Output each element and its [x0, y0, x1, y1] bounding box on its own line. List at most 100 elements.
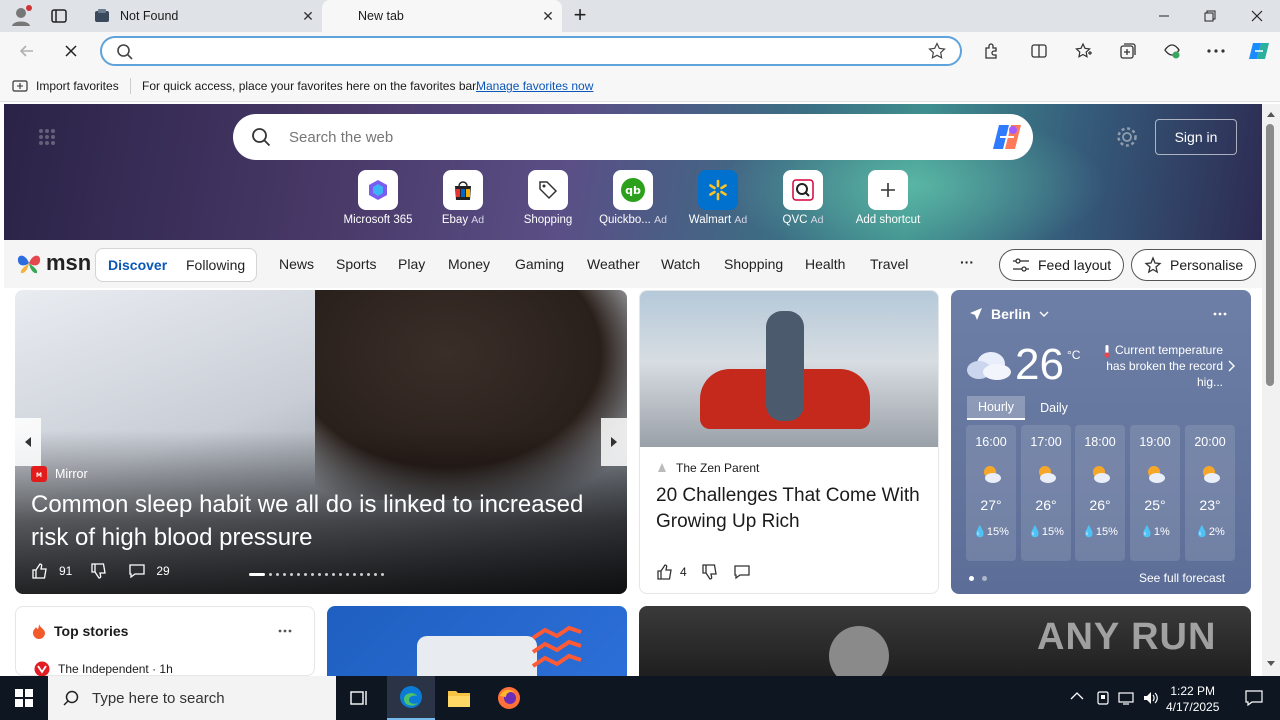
clock-date: 4/17/2025: [1166, 700, 1220, 714]
close-icon[interactable]: ✕: [534, 8, 562, 25]
comment-icon[interactable]: [733, 563, 751, 581]
story-source[interactable]: The Zen Parent: [656, 461, 759, 475]
dislike-icon[interactable]: [701, 563, 719, 581]
browser-essentials-icon[interactable]: [1161, 40, 1183, 62]
address-bar[interactable]: [100, 36, 962, 66]
nav-travel[interactable]: Travel: [870, 256, 908, 272]
task-view-icon[interactable]: [336, 676, 384, 720]
web-search-box[interactable]: Search the web: [233, 114, 1033, 160]
tab-following[interactable]: Following: [186, 257, 245, 273]
device-icon[interactable]: [1095, 690, 1111, 706]
tab-actions-icon[interactable]: [50, 8, 68, 24]
dislike-icon[interactable]: [90, 562, 108, 580]
feed-layout-button[interactable]: Feed layout: [999, 249, 1125, 281]
settings-gear-icon[interactable]: [1116, 126, 1138, 148]
close-icon[interactable]: ✕: [294, 8, 322, 25]
carousel-prev-button[interactable]: [15, 418, 41, 466]
like-icon[interactable]: [31, 562, 49, 580]
network-icon[interactable]: [1118, 690, 1134, 706]
taskbar-search[interactable]: Type here to search: [48, 676, 336, 720]
manage-favorites-link[interactable]: Manage favorites now: [476, 79, 593, 93]
taskbar-clock[interactable]: 1:22 PM 4/17/2025: [1166, 683, 1219, 715]
copilot-icon[interactable]: [991, 122, 1023, 152]
collections-icon[interactable]: [1117, 40, 1139, 62]
add-shortcut-button[interactable]: Add shortcut: [845, 170, 931, 226]
source-logo-icon: [656, 462, 668, 474]
tab-hourly[interactable]: Hourly: [967, 396, 1025, 420]
city-name: Berlin: [991, 306, 1031, 322]
story-card[interactable]: ANY RUN: [639, 606, 1251, 676]
nav-watch[interactable]: Watch: [661, 256, 700, 272]
story-title[interactable]: Common sleep habit we all do is linked t…: [31, 488, 621, 554]
nav-health[interactable]: Health: [805, 256, 845, 272]
page-scrollbar[interactable]: [1262, 104, 1280, 676]
tab-new-tab[interactable]: New tab ✕: [322, 0, 562, 32]
split-screen-icon[interactable]: [1028, 40, 1050, 62]
tab-daily[interactable]: Daily: [1025, 396, 1083, 420]
weather-location[interactable]: Berlin: [969, 306, 1049, 322]
file-explorer-icon[interactable]: [435, 676, 483, 720]
shortcut-quickbooks[interactable]: qb Quickbo... Ad: [590, 170, 676, 226]
window-close-button[interactable]: [1234, 0, 1280, 32]
tab-discover[interactable]: Discover: [108, 257, 167, 273]
volume-icon[interactable]: [1142, 690, 1160, 706]
weather-alert[interactable]: Current temperature has broken the recor…: [1093, 342, 1223, 390]
import-icon: [12, 78, 28, 94]
nav-gaming[interactable]: Gaming: [515, 256, 564, 272]
chevron-up-icon[interactable]: [1070, 691, 1084, 701]
more-icon[interactable]: ···: [960, 254, 974, 270]
restore-button[interactable]: [1187, 0, 1233, 32]
extensions-icon[interactable]: [980, 40, 1002, 62]
tab-not-found[interactable]: Not Found ✕: [84, 0, 322, 32]
address-input[interactable]: [150, 41, 910, 61]
start-button[interactable]: [0, 676, 48, 720]
chevron-right-icon[interactable]: [1227, 360, 1235, 372]
profile-icon[interactable]: [8, 4, 34, 28]
story-title[interactable]: 20 Challenges That Come With Growing Up …: [656, 483, 926, 535]
copilot-icon[interactable]: [1246, 38, 1272, 64]
story-source[interactable]: M Mirror: [31, 466, 88, 482]
import-favorites-button[interactable]: Import favorites: [12, 78, 119, 94]
shortcut-ebay[interactable]: Ebay Ad: [420, 170, 506, 226]
more-icon[interactable]: [278, 629, 292, 633]
shortcut-shopping[interactable]: Shopping: [505, 170, 591, 226]
stop-icon[interactable]: [60, 40, 82, 62]
back-icon[interactable]: [16, 40, 38, 62]
minimize-button[interactable]: [1141, 0, 1187, 32]
notifications-icon[interactable]: [1245, 690, 1263, 706]
more-icon[interactable]: [1213, 312, 1227, 316]
main-story-card[interactable]: M Mirror Common sleep habit we all do is…: [15, 290, 627, 594]
carousel-dots[interactable]: [249, 573, 384, 576]
hour-time: 20:00: [1194, 435, 1226, 449]
apps-grid-icon[interactable]: [38, 128, 56, 146]
full-forecast-link[interactable]: See full forecast: [1139, 571, 1225, 585]
nav-money[interactable]: Money: [448, 256, 490, 272]
edge-taskbar-icon[interactable]: [387, 676, 435, 720]
nav-sports[interactable]: Sports: [336, 256, 376, 272]
shortcut-walmart[interactable]: Walmart Ad: [675, 170, 761, 226]
favorites-icon[interactable]: [1073, 40, 1095, 62]
personalise-button[interactable]: Personalise: [1131, 249, 1257, 281]
msn-logo[interactable]: msn: [16, 250, 91, 276]
sign-in-button[interactable]: Sign in: [1155, 119, 1237, 155]
firefox-icon[interactable]: [485, 676, 533, 720]
scrollbar-thumb[interactable]: [1266, 124, 1274, 386]
like-button[interactable]: 4: [656, 563, 687, 581]
nav-weather[interactable]: Weather: [587, 256, 640, 272]
nav-news[interactable]: News: [279, 256, 314, 272]
shortcut-qvc[interactable]: QVC Ad: [760, 170, 846, 226]
story-card[interactable]: [327, 606, 627, 676]
weather-page-dots[interactable]: [969, 576, 987, 581]
story-source[interactable]: The Independent · 1h: [34, 661, 173, 677]
new-tab-button[interactable]: +: [568, 4, 592, 28]
shortcut-microsoft-365[interactable]: Microsoft 365: [335, 170, 421, 226]
nav-shopping[interactable]: Shopping: [724, 256, 783, 272]
story-card[interactable]: The Zen Parent 20 Challenges That Come W…: [639, 290, 939, 594]
comment-icon[interactable]: [128, 562, 146, 580]
favorite-star-icon[interactable]: [928, 42, 946, 60]
more-icon[interactable]: [1205, 40, 1227, 62]
nav-play[interactable]: Play: [398, 256, 425, 272]
carousel-next-button[interactable]: [601, 418, 627, 466]
shortcut-label: Shopping: [523, 214, 573, 226]
weather-card[interactable]: Berlin 26 °C Current temperature has bro…: [951, 290, 1251, 594]
